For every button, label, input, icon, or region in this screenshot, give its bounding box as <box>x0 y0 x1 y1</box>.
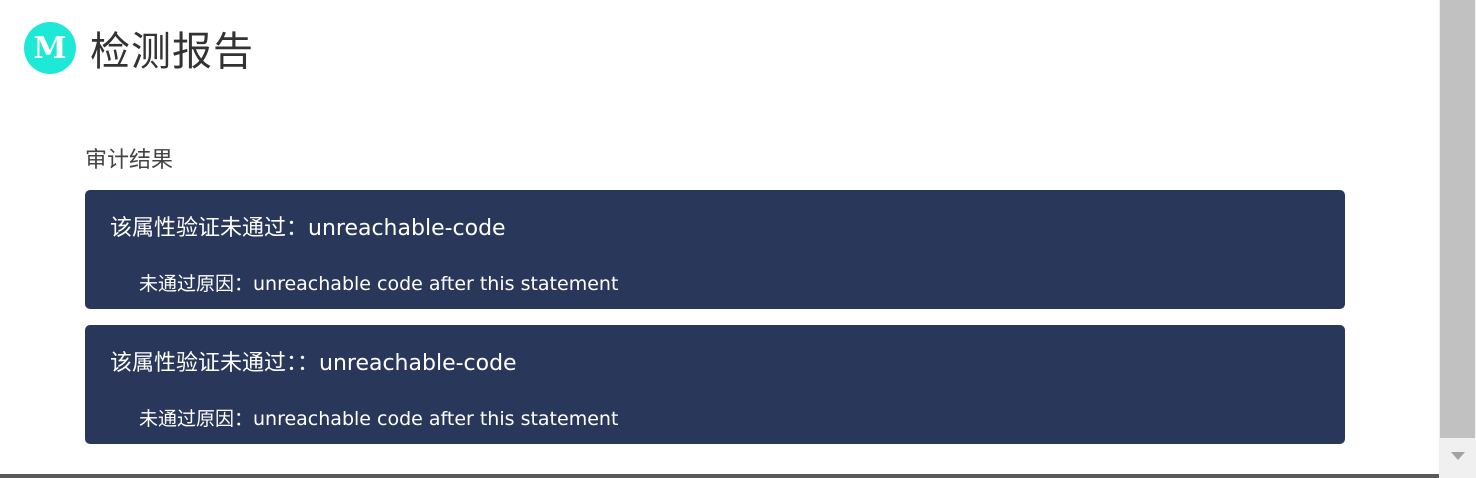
scrollbar-thumb[interactable] <box>1440 0 1475 438</box>
scroll-down-button[interactable] <box>1439 441 1476 471</box>
triangle-down-icon <box>1450 451 1465 460</box>
vertical-scrollbar[interactable] <box>1439 0 1476 478</box>
brand-logo: M <box>24 22 76 74</box>
report-page: M 检测报告 审计结果 该属性验证未通过：unreachable-code 未通… <box>0 0 1476 478</box>
audit-section-title: 审计结果 <box>85 148 174 173</box>
audit-result-reason: 未通过原因：unreachable code after this statem… <box>139 408 619 430</box>
audit-result-card: 该属性验证未通过：unreachable-code 未通过原因：unreacha… <box>85 190 1345 309</box>
report-header: M 检测报告 <box>24 20 254 76</box>
audit-result-card: 该属性验证未通过：：unreachable-code 未通过原因：unreach… <box>85 325 1345 444</box>
audit-result-reason: 未通过原因：unreachable code after this statem… <box>139 273 619 295</box>
audit-result-title: 该属性验证未通过：：unreachable-code <box>110 351 517 376</box>
page-title: 检测报告 <box>90 29 254 75</box>
brand-logo-letter: M <box>33 30 67 66</box>
audit-result-title: 该属性验证未通过：unreachable-code <box>110 216 506 241</box>
window-bottom-edge <box>0 474 1439 478</box>
